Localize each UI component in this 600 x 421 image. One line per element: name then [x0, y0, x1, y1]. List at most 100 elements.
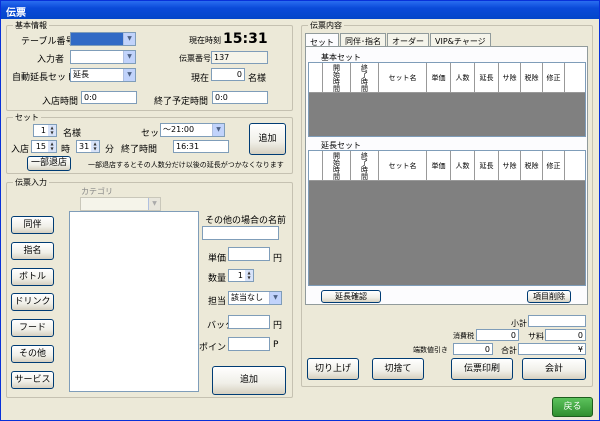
point-unit: P — [273, 340, 279, 350]
col-edit: 修正 — [543, 63, 565, 92]
minute-value: 31 — [79, 142, 90, 151]
charge-value: 該当なし — [231, 293, 263, 302]
spin-arrows-icon[interactable]: ▲ ▼ — [48, 141, 56, 152]
set-type-select[interactable]: ～21:00 ▼ — [160, 123, 225, 137]
set-type-value: ～21:00 — [163, 125, 195, 134]
rounding-label: 端数値引き — [413, 346, 448, 354]
price-label: 単価 — [208, 254, 227, 264]
set-entry-label: 入店 — [11, 145, 30, 155]
col-service-excl: サ除 — [499, 151, 521, 180]
auto-extension-label: 自動延長セット — [12, 73, 76, 83]
set-add-button[interactable]: 追加 — [249, 123, 286, 155]
col-tax-excl: 税除 — [521, 151, 543, 180]
set-count-spinner[interactable]: 1 ▲ ▼ — [33, 124, 57, 137]
slip-content-label: 伝票内容 — [308, 20, 344, 31]
category-button-food[interactable]: フード — [11, 319, 54, 337]
set-group-label: セット — [13, 112, 41, 123]
chevron-down-icon: ▼ — [269, 292, 281, 304]
set-count-value: 1 — [40, 126, 46, 135]
quantity-spinner[interactable]: 1 ▲ ▼ — [228, 269, 254, 282]
category-button-other[interactable]: その他 — [11, 345, 54, 363]
col-edit: 修正 — [543, 151, 565, 180]
hour-spinner[interactable]: 15 ▲ ▼ — [31, 140, 57, 153]
point-field[interactable] — [228, 337, 270, 351]
subtotal-field — [528, 315, 586, 327]
slip-number-label: 伝票番号 — [179, 54, 211, 63]
charge-label: 担当 — [208, 297, 227, 307]
window-title: 伝票 — [1, 1, 599, 19]
item-listbox[interactable] — [69, 211, 199, 392]
price-field[interactable] — [228, 247, 270, 261]
auto-extension-value: 延長 — [73, 70, 89, 79]
slip-number-field: 137 — [211, 51, 268, 64]
set-end-field[interactable]: 16:31 — [173, 140, 229, 153]
round-up-button[interactable]: 切り上げ — [307, 358, 359, 380]
spin-arrows-icon[interactable]: ▲ ▼ — [48, 125, 56, 136]
hour-value: 15 — [35, 142, 46, 151]
checkout-button[interactable]: 会計 — [522, 358, 586, 380]
category-button-drink[interactable]: ドリンク — [11, 293, 54, 311]
chevron-down-icon: ▼ — [148, 198, 160, 210]
spin-arrows-icon[interactable]: ▲ ▼ — [91, 141, 99, 152]
col-start-time: 開始時間 — [323, 63, 351, 92]
tax-label: 消費税 — [453, 332, 474, 340]
category-select[interactable]: ▼ — [80, 197, 161, 211]
category-button-bottle[interactable]: ボトル — [11, 268, 54, 286]
category-label: カテゴリ — [81, 187, 113, 196]
col-people: 人数 — [451, 151, 475, 180]
charge-select[interactable]: 該当なし ▼ — [228, 291, 282, 305]
col-service-excl: サ除 — [499, 63, 521, 92]
input-person-label: 入力者 — [37, 55, 65, 65]
service-charge-label: サ料 — [528, 332, 544, 341]
input-person-select[interactable]: ▼ — [70, 50, 136, 64]
quantity-value: 1 — [237, 271, 243, 280]
other-name-field[interactable] — [202, 226, 279, 240]
partial-leave-note: 一部退店するとその人数分だけ以後の延長がつかなくなります — [88, 161, 284, 169]
partial-leave-button[interactable]: 一部退店 — [27, 156, 71, 171]
back-field[interactable] — [228, 315, 270, 329]
other-name-label: その他の場合の名前 — [205, 216, 287, 226]
spin-arrows-icon[interactable]: ▲ ▼ — [245, 270, 253, 281]
basic-set-grid[interactable]: 開始時間 終了時間 セット名 単価 人数 延長 サ除 税除 修正 — [308, 62, 586, 137]
delete-item-button[interactable]: 項目削除 — [527, 290, 571, 303]
row-header-cell — [309, 63, 323, 92]
extension-confirm-button[interactable]: 延長確認 — [321, 290, 381, 303]
tax-field: 0 — [476, 329, 519, 341]
col-start-time: 開始時間 — [323, 151, 351, 180]
row-header-cell — [309, 151, 323, 180]
price-unit: 円 — [273, 254, 283, 264]
category-button-service[interactable]: サービス — [11, 371, 54, 389]
item-add-button[interactable]: 追加 — [212, 366, 286, 395]
entry-time-label: 入店時間 — [42, 97, 79, 107]
table-number-select[interactable]: ▼ — [70, 32, 136, 46]
minute-unit: 分 — [105, 145, 115, 155]
category-button-douhan[interactable]: 同伴 — [11, 216, 54, 234]
now-count-field[interactable]: 0 — [211, 68, 245, 81]
basic-info-label: 基本情報 — [13, 20, 49, 31]
end-time-label: 終了予定時間 — [154, 97, 209, 107]
col-unit-price: 単価 — [427, 63, 451, 92]
col-set-name: セット名 — [379, 63, 427, 92]
back-button[interactable]: 戻る — [552, 397, 593, 417]
now-unit: 名様 — [248, 74, 267, 84]
chevron-down-icon: ▼ — [212, 124, 224, 136]
entry-time-field[interactable]: 0:0 — [81, 91, 137, 104]
current-time: 15:31 — [223, 31, 268, 47]
end-time-field[interactable]: 0:0 — [212, 91, 268, 104]
slip-input-label: 伝票入力 — [13, 177, 49, 188]
minute-spinner[interactable]: 31 ▲ ▼ — [76, 140, 100, 153]
service-charge-field: 0 — [545, 329, 586, 341]
slip-window: 伝票 基本情報 テーブル番号 ▼ 入力者 ▼ 自動延長セット 延長 ▼ 現在時刻 … — [0, 0, 600, 421]
col-extension: 延長 — [475, 63, 499, 92]
subtotal-label: 小計 — [511, 319, 527, 328]
round-down-button[interactable]: 切捨て — [372, 358, 424, 380]
table-number-label: テーブル番号 — [21, 37, 75, 47]
category-button-shimei[interactable]: 指名 — [11, 242, 54, 260]
set-end-label: 終了時間 — [121, 145, 158, 155]
print-slip-button[interactable]: 伝票印刷 — [451, 358, 513, 380]
extension-set-grid[interactable]: 開始時間 終了時間 セット名 単価 人数 延長 サ除 税除 修正 — [308, 150, 586, 286]
rounding-field[interactable]: 0 — [453, 343, 493, 355]
col-tax-excl: 税除 — [521, 63, 543, 92]
auto-extension-select[interactable]: 延長 ▼ — [70, 68, 136, 82]
chevron-down-icon: ▼ — [123, 51, 135, 63]
